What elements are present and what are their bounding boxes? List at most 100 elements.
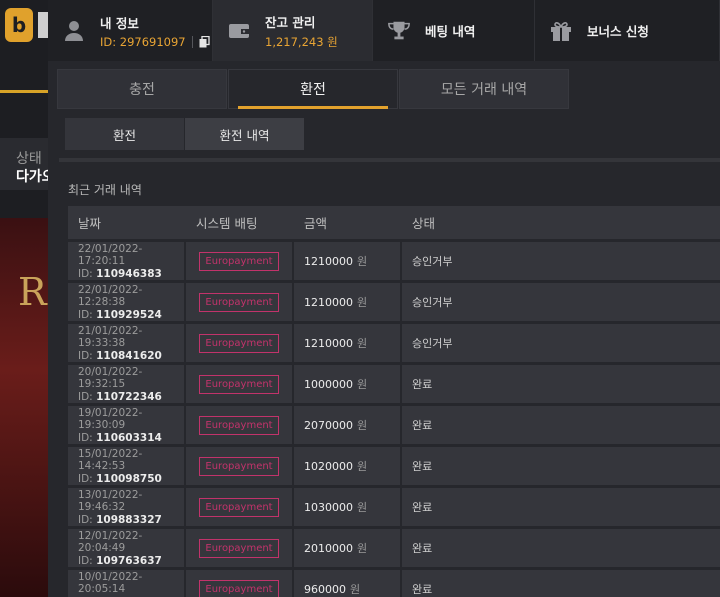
cell-status: 완료 [402, 488, 720, 526]
cell-status: 승인거부 [402, 242, 720, 280]
trophy-icon [387, 19, 411, 43]
row-status: 승인거부 [412, 337, 453, 350]
row-id-prefix: ID: [78, 431, 93, 444]
gift-icon [549, 19, 573, 43]
table-row[interactable]: 21/01/2022-19:33:38 ID: 110841620 Europa… [68, 324, 720, 362]
cell-date: 12/01/2022-20:04:49 ID: 109763637 [68, 529, 184, 567]
subtab-withdraw-history[interactable]: 환전 내역 [185, 118, 305, 150]
section-divider [59, 158, 720, 162]
row-id-line: ID: 110722346 [78, 391, 184, 403]
payment-system-badge: Europayment [199, 374, 279, 394]
row-date: 13/01/2022-19:46:32 [78, 488, 143, 513]
table-row[interactable]: 13/01/2022-19:46:32 ID: 109883327 Europa… [68, 488, 720, 526]
payment-system-badge: Europayment [199, 251, 279, 271]
row-id-line: ID: 110929524 [78, 309, 184, 321]
cell-system: Europayment [186, 324, 292, 362]
payment-system-badge: Europayment [199, 497, 279, 517]
nav-my-info[interactable]: 내 정보 ID: 297691097 [48, 0, 213, 61]
cell-amount: 960000 원 [294, 570, 400, 597]
copy-icon[interactable] [191, 35, 210, 48]
tab-withdraw[interactable]: 환전 [228, 69, 398, 109]
row-currency: 원 [357, 378, 368, 391]
table-row[interactable]: 20/01/2022-19:32:15 ID: 110722346 Europa… [68, 365, 720, 403]
cell-status: 완료 [402, 447, 720, 485]
nav-betting-history-label: 베팅 내역 [425, 24, 476, 39]
row-currency: 원 [357, 419, 368, 432]
cell-system: Europayment [186, 283, 292, 321]
row-status: 완료 [412, 501, 433, 514]
row-status: 완료 [412, 378, 433, 391]
table-row[interactable]: 22/01/2022-17:20:11 ID: 110946383 Europa… [68, 242, 720, 280]
payment-system-badge: Europayment [199, 456, 279, 476]
row-amount: 1210000 [304, 336, 353, 350]
cell-date: 22/01/2022-17:20:11 ID: 110946383 [68, 242, 184, 280]
header-system: 시스템 배팅 [196, 216, 258, 231]
row-date: 21/01/2022-19:33:38 [78, 324, 143, 349]
cell-date: 19/01/2022-19:30:09 ID: 110603314 [68, 406, 184, 444]
cell-date: 10/01/2022-20:05:14 ID: 109514283 [68, 570, 184, 597]
row-currency: 원 [357, 501, 368, 514]
row-status: 완료 [412, 542, 433, 555]
site-nav-underline [0, 90, 48, 93]
payment-system-badge: Europayment [199, 579, 279, 597]
cell-amount: 2070000 원 [294, 406, 400, 444]
cell-system: Europayment [186, 529, 292, 567]
table-row[interactable]: 12/01/2022-20:04:49 ID: 109763637 Europa… [68, 529, 720, 567]
subtab-withdraw[interactable]: 환전 [65, 118, 185, 150]
row-currency: 원 [357, 255, 368, 268]
row-amount: 1210000 [304, 295, 353, 309]
nav-balance-label: 잔고 관리 [265, 14, 316, 30]
row-id-line: ID: 109883327 [78, 514, 184, 526]
row-id-prefix: ID: [78, 390, 93, 403]
user-icon [62, 19, 86, 43]
row-id-prefix: ID: [78, 349, 93, 362]
table-row[interactable]: 19/01/2022-19:30:09 ID: 110603314 Europa… [68, 406, 720, 444]
row-amount: 1210000 [304, 254, 353, 268]
row-amount: 960000 [304, 582, 346, 596]
cell-date: 13/01/2022-19:46:32 ID: 109883327 [68, 488, 184, 526]
row-id-line: ID: 110841620 [78, 350, 184, 362]
nav-my-info-label: 내 정보 [100, 15, 139, 31]
cell-status: 승인거부 [402, 324, 720, 362]
row-date: 20/01/2022-19:32:15 [78, 365, 143, 390]
row-id: 110603314 [96, 431, 162, 444]
row-amount: 2010000 [304, 541, 353, 555]
row-id: 110929524 [96, 308, 162, 321]
cell-amount: 1210000 원 [294, 242, 400, 280]
table-row[interactable]: 15/01/2022-14:42:53 ID: 110098750 Europa… [68, 447, 720, 485]
site-logo[interactable]: b [5, 8, 33, 42]
tab-all-transactions[interactable]: 모든 거래 내역 [399, 69, 569, 109]
nav-bonus-request[interactable]: 보너스 신청 [535, 0, 720, 61]
row-id: 110098750 [96, 472, 162, 485]
row-currency: 원 [357, 296, 368, 309]
row-id: 109883327 [96, 513, 162, 526]
table-row[interactable]: 22/01/2022-12:28:38 ID: 110929524 Europa… [68, 283, 720, 321]
row-id-line: ID: 110098750 [78, 473, 184, 485]
row-id-prefix: ID: [78, 472, 93, 485]
cell-date: 22/01/2022-12:28:38 ID: 110929524 [68, 283, 184, 321]
cell-status: 완료 [402, 570, 720, 597]
header-amount: 금액 [304, 216, 328, 231]
cell-status: 승인거부 [402, 283, 720, 321]
row-date: 19/01/2022-19:30:09 [78, 406, 143, 431]
row-id: 110722346 [96, 390, 162, 403]
cell-status: 완료 [402, 406, 720, 444]
row-currency: 원 [357, 460, 368, 473]
cell-date: 21/01/2022-19:33:38 ID: 110841620 [68, 324, 184, 362]
row-id: 109763637 [96, 554, 162, 567]
nav-betting-history[interactable]: 베팅 내역 [373, 0, 535, 61]
cell-system: Europayment [186, 242, 292, 280]
row-status: 완료 [412, 419, 433, 432]
transactions-table: 날짜 시스템 배팅 금액 상태 22/01/2022-17:20:11 ID: … [68, 206, 720, 597]
row-id-line: ID: 109763637 [78, 555, 184, 567]
row-status: 완료 [412, 583, 433, 596]
table-row[interactable]: 10/01/2022-20:05:14 ID: 109514283 Europa… [68, 570, 720, 597]
row-date: 15/01/2022-14:42:53 [78, 447, 143, 472]
cell-system: Europayment [186, 406, 292, 444]
nav-balance[interactable]: 잔고 관리 1,217,243 원 [213, 0, 373, 61]
payment-system-badge: Europayment [199, 415, 279, 435]
cell-amount: 1020000 원 [294, 447, 400, 485]
tab-deposit[interactable]: 충전 [57, 69, 227, 109]
payment-system-badge: Europayment [199, 292, 279, 312]
row-date: 22/01/2022-17:20:11 [78, 242, 143, 267]
